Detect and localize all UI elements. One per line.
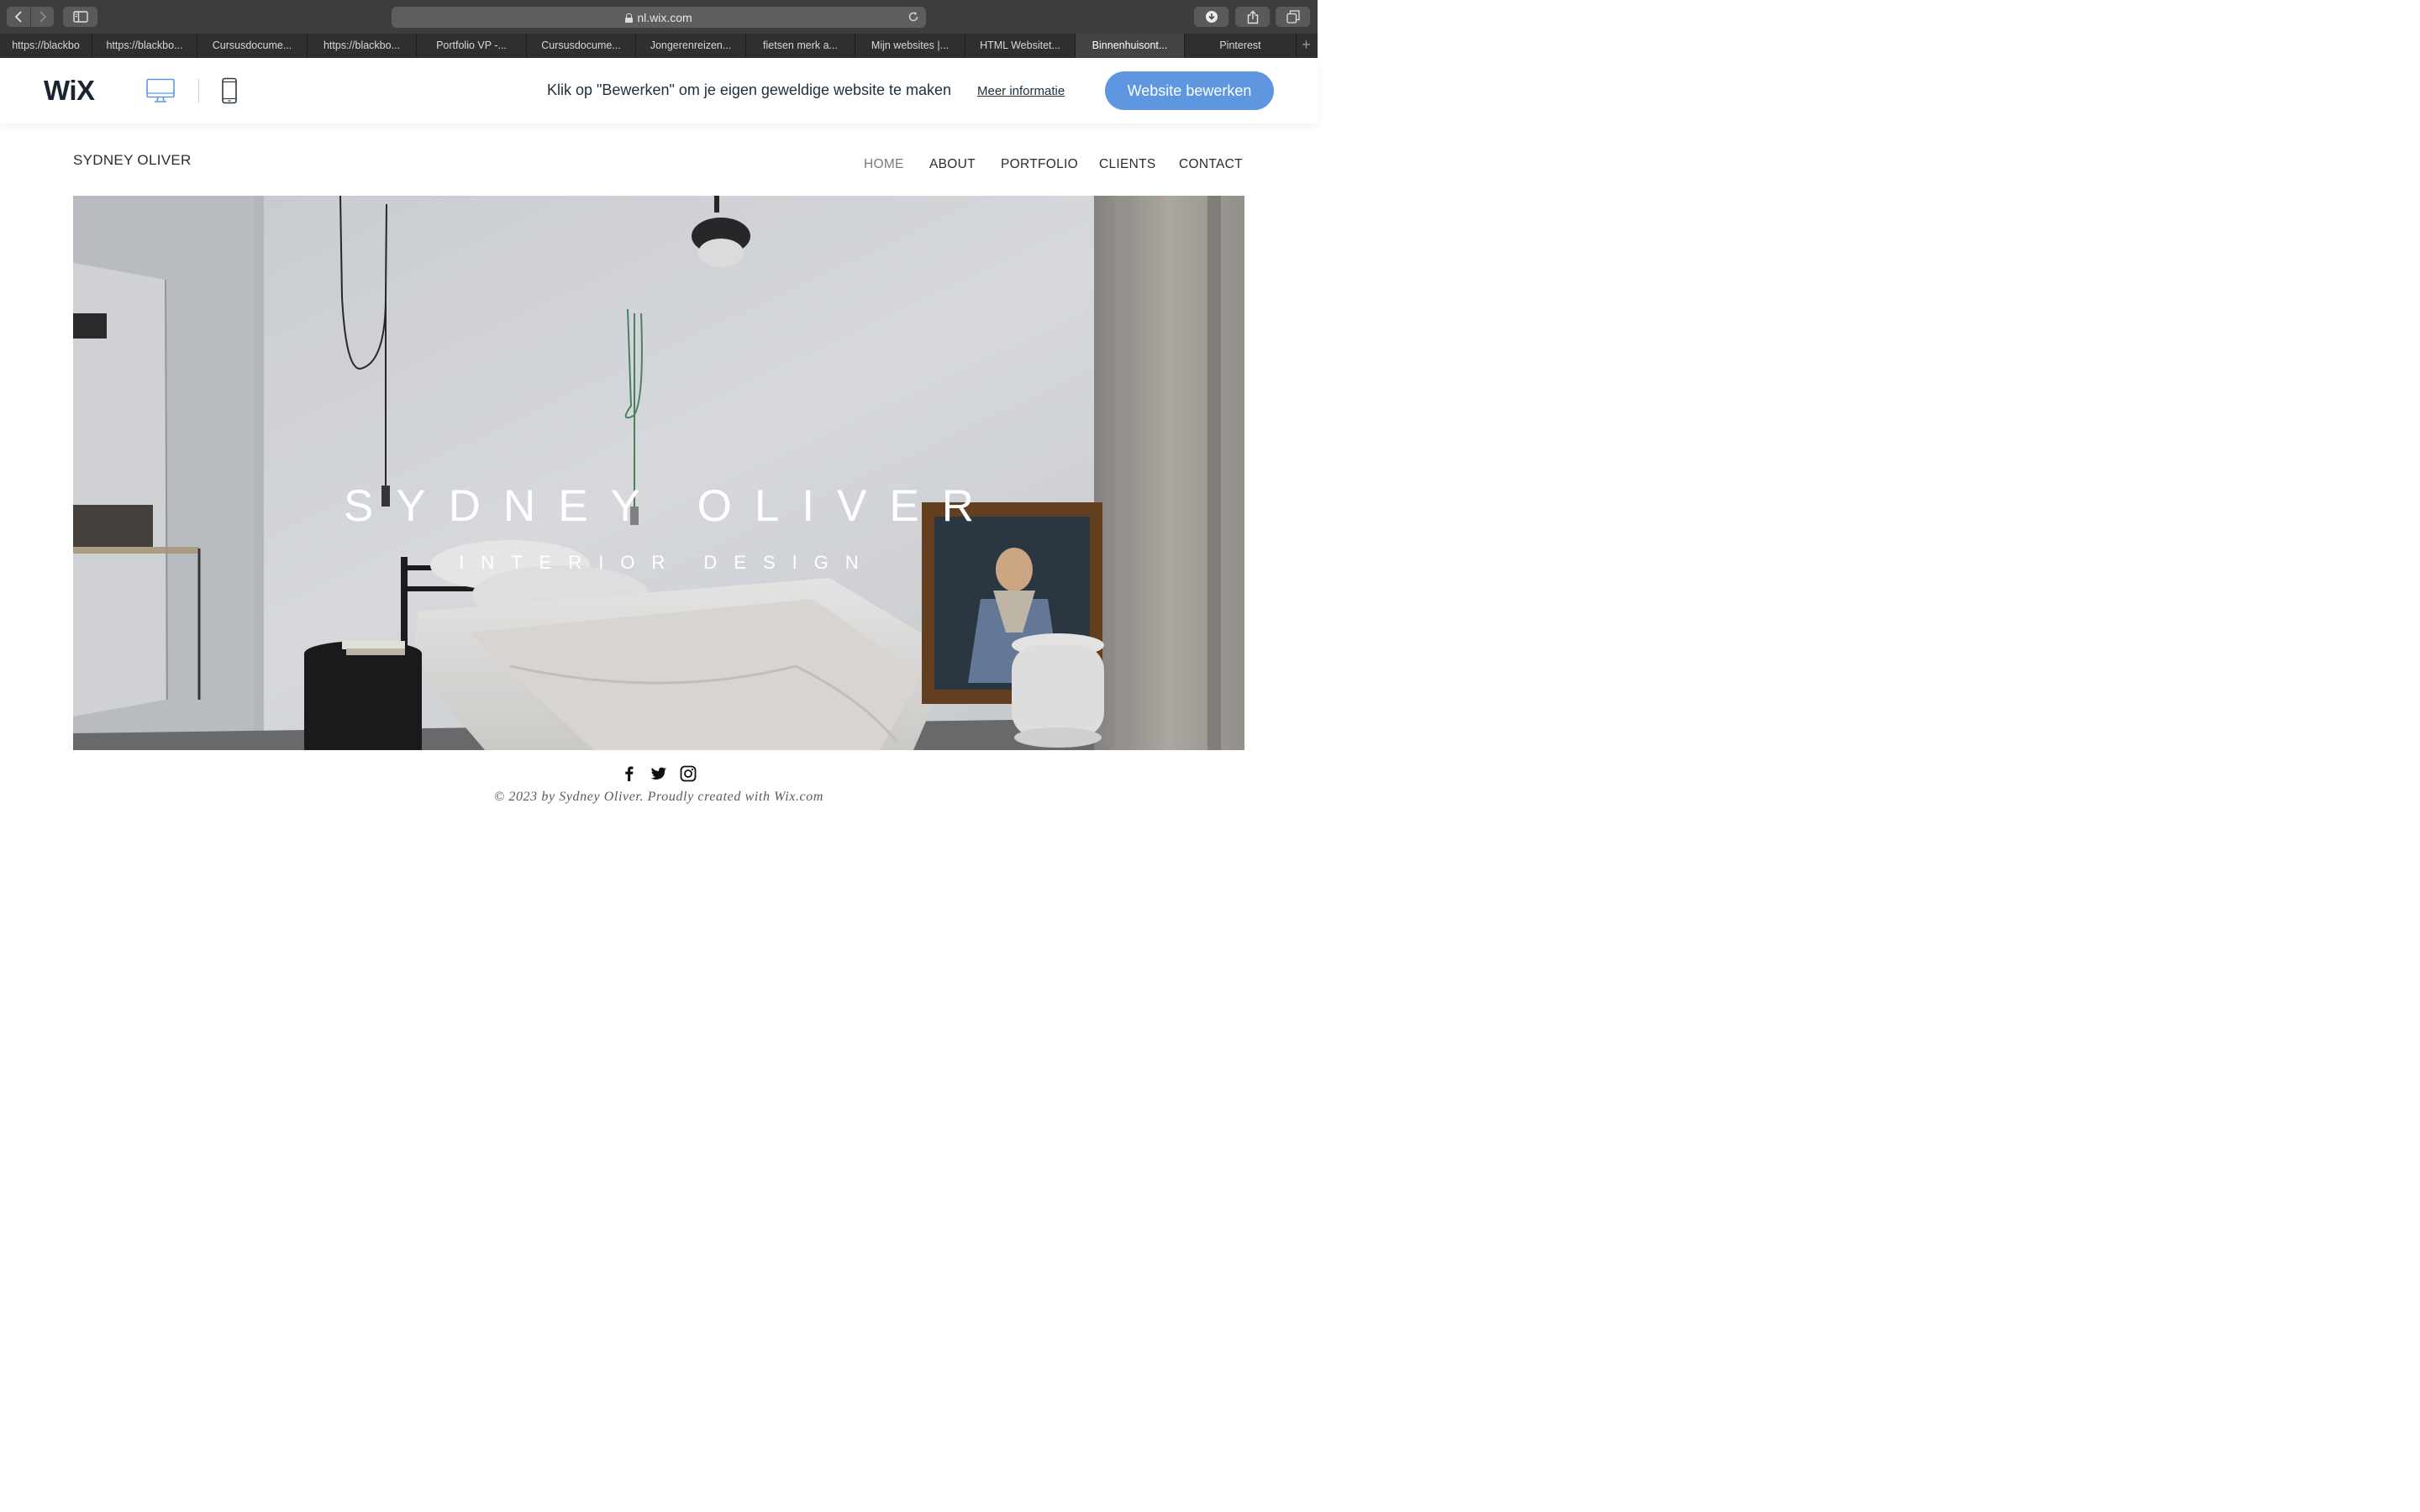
sidebar-toggle-button[interactable]	[63, 7, 97, 27]
browser-tab[interactable]: https://blackbo	[0, 34, 92, 58]
back-button[interactable]	[7, 7, 30, 27]
hero-banner	[73, 196, 1244, 750]
address-url: nl.wix.com	[637, 11, 692, 24]
nav-contact[interactable]: CONTACT	[1179, 157, 1243, 172]
share-button[interactable]	[1235, 7, 1270, 27]
nav-clients[interactable]: CLIENTS	[1099, 157, 1156, 172]
nav-portfolio[interactable]: PORTFOLIO	[1001, 157, 1078, 172]
site-name[interactable]: SYDNEY OLIVER	[73, 152, 192, 169]
new-tab-button[interactable]: +	[1297, 34, 1316, 58]
hero-title: SYDNEY OLIVER	[343, 481, 997, 531]
downloads-button[interactable]	[1194, 7, 1228, 27]
browser-tab-active[interactable]: Binnenhuisont...	[1076, 34, 1185, 58]
footer-copyright: © 2023 by Sydney Oliver. Proudly created…	[493, 790, 823, 804]
nav-home[interactable]: HOME	[864, 157, 904, 172]
edit-website-button[interactable]: Website bewerken	[1105, 71, 1274, 110]
device-separator	[198, 79, 199, 102]
lock-icon	[625, 13, 634, 23]
browser-tab[interactable]: https://blackbo...	[92, 34, 197, 58]
chevron-left-icon	[14, 11, 22, 23]
instagram-icon[interactable]	[680, 765, 697, 782]
tab-strip: https://blackbo https://blackbo... Cursu…	[0, 34, 1318, 58]
tabs-icon	[1286, 10, 1300, 24]
sidebar-icon	[72, 11, 88, 23]
more-info-link[interactable]: Meer informatie	[977, 84, 1065, 98]
forward-button[interactable]	[30, 7, 54, 27]
browser-tab[interactable]: Cursusdocume...	[197, 34, 308, 58]
browser-tab[interactable]: Portfolio VP -...	[417, 34, 527, 58]
browser-tab[interactable]: Mijn websites |...	[855, 34, 965, 58]
browser-tab[interactable]: Jongerenreizen...	[636, 34, 746, 58]
browser-tab[interactable]: HTML Websitet...	[965, 34, 1076, 58]
browser-tab[interactable]: Cursusdocume...	[527, 34, 636, 58]
address-bar[interactable]: nl.wix.com	[392, 7, 926, 28]
share-icon	[1247, 10, 1258, 24]
wix-logo[interactable]: WiX	[44, 75, 95, 107]
browser-tab[interactable]: fietsen merk a...	[746, 34, 855, 58]
hero-subtitle: INTERIOR DESIGN	[459, 552, 876, 573]
nav-about[interactable]: ABOUT	[929, 157, 976, 172]
mobile-view-icon[interactable]	[221, 77, 238, 104]
chevron-right-icon	[39, 11, 46, 23]
browser-toolbar: nl.wix.com	[0, 0, 1318, 34]
wix-promo-message: Klik op "Bewerken" om je eigen geweldige…	[547, 81, 952, 98]
twitter-icon[interactable]	[650, 765, 667, 782]
history-nav	[7, 7, 54, 27]
reload-icon[interactable]	[908, 11, 919, 23]
tabs-overview-button[interactable]	[1276, 7, 1310, 27]
hero-bedroom-image	[73, 196, 1244, 750]
wix-preview-bar: WiX Klik op "Bewerken" om je eigen gewel…	[0, 58, 1318, 123]
desktop-view-icon[interactable]	[145, 78, 176, 103]
download-icon	[1205, 11, 1218, 23]
browser-tab[interactable]: https://blackbo...	[308, 34, 417, 58]
browser-tab[interactable]: Pinterest	[1185, 34, 1297, 58]
facebook-icon[interactable]	[621, 765, 638, 782]
